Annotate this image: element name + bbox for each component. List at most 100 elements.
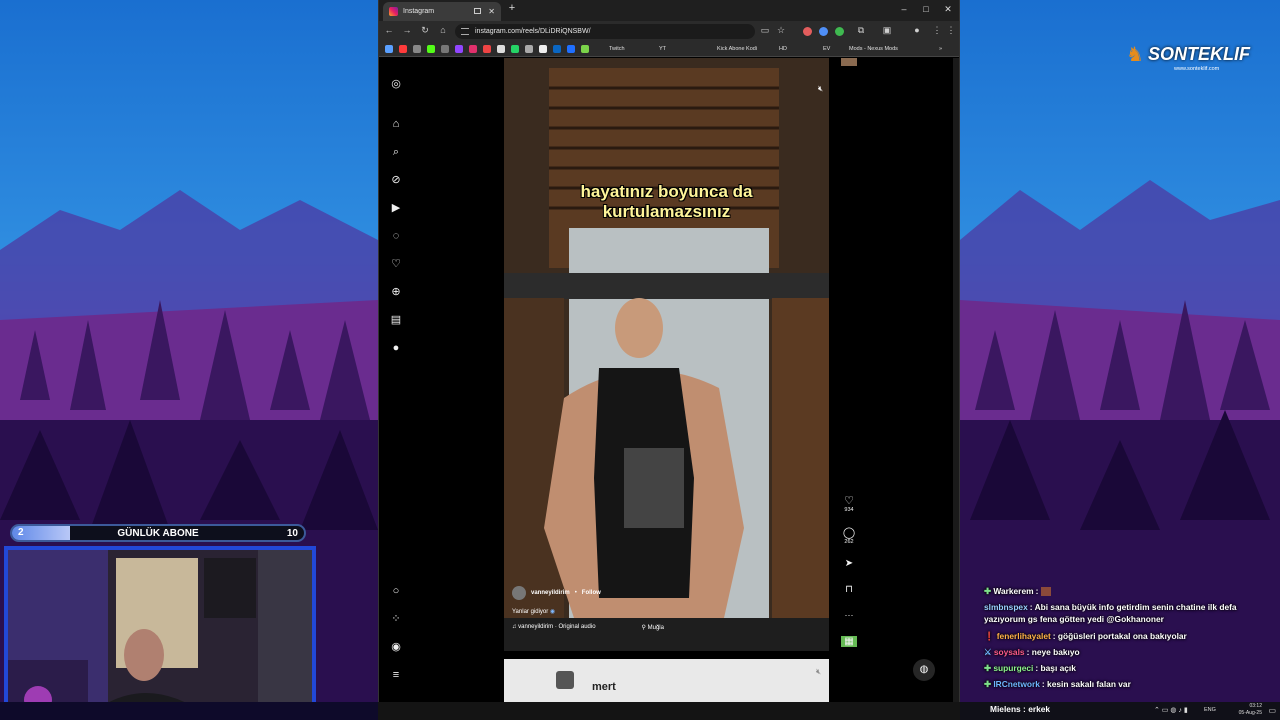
home-icon[interactable]: ⌂ xyxy=(437,25,449,35)
next-reel-mute-icon[interactable]: 🔇︎ xyxy=(816,667,821,677)
like-button[interactable]: ♡ 934 xyxy=(841,494,857,513)
clock[interactable]: 03:12 05-Aug-25 xyxy=(1239,703,1262,717)
more-bookmarks-icon[interactable]: » xyxy=(939,44,942,55)
chat-text: erkek xyxy=(1028,704,1051,714)
kick-icon[interactable] xyxy=(427,45,435,53)
location-info[interactable]: ⚲ Muğla xyxy=(642,624,664,631)
reel-description-text: Yanlar gidiyor xyxy=(512,609,549,615)
messenger-icon[interactable]: ◌ xyxy=(389,229,403,243)
linkedin-icon[interactable] xyxy=(553,45,561,53)
next-reel-preview[interactable]: mert 🔇︎ xyxy=(504,659,829,702)
audio-thumbnail[interactable]: ▦ xyxy=(841,636,857,647)
stream-chat-overlay: ✚ Warkerem: slmbnspex: Abi sana büyük in… xyxy=(984,585,1274,703)
install-icon[interactable]: ▭ xyxy=(759,25,771,36)
threads-icon[interactable]: ○ xyxy=(389,584,403,598)
close-tab-icon[interactable]: ✕ xyxy=(488,2,495,21)
url-text: instagram.com/reels/DLiDRiQNSBW/ xyxy=(475,28,591,35)
page-scrollbar[interactable] xyxy=(953,58,959,702)
minimize-icon[interactable]: – xyxy=(897,4,911,14)
notifications-heart-icon[interactable]: ♡ xyxy=(389,257,403,271)
bookmark-favicon-icon[interactable] xyxy=(441,45,449,53)
bookmark-yt[interactable]: YT xyxy=(659,44,666,55)
youtube-icon[interactable] xyxy=(399,45,407,53)
twitch-icon[interactable] xyxy=(455,45,463,53)
bookmark-favicon-icon[interactable] xyxy=(525,45,533,53)
reels-icon[interactable]: ▶ xyxy=(389,201,403,215)
close-window-icon[interactable]: ✕ xyxy=(941,4,955,15)
extension-icon[interactable] xyxy=(803,27,812,36)
chat-username: supurgeci xyxy=(993,663,1034,674)
chat-username: soysals xyxy=(993,646,1025,657)
notification-icon[interactable]: ▭ xyxy=(1268,706,1276,715)
extension-icon[interactable] xyxy=(835,27,844,36)
profile-avatar[interactable]: ● xyxy=(389,341,403,355)
home-icon[interactable]: ⌂ xyxy=(389,117,403,131)
also-from-meta-icon[interactable]: ⁘ xyxy=(389,612,403,626)
search-icon[interactable]: ⌕ xyxy=(389,145,403,159)
reel-frame-image xyxy=(504,58,829,651)
comment-button[interactable]: ◯ 262 xyxy=(841,526,857,545)
messages-float-button[interactable]: ◍ xyxy=(913,659,935,681)
bookmark-favicon-icon[interactable] xyxy=(483,45,491,53)
comment-count: 262 xyxy=(844,539,854,545)
caption-line-1: hayatınız boyunca da xyxy=(580,182,753,201)
reel-description: Yanlar gidiyor ◉ xyxy=(512,608,664,615)
badge-icon: ✚ xyxy=(984,663,992,674)
sword-badge-icon: ⚔ xyxy=(984,646,992,657)
language-indicator[interactable]: ENG xyxy=(1204,707,1216,713)
more-icon[interactable]: ⋮ xyxy=(945,25,957,36)
extension-icon[interactable] xyxy=(819,27,828,36)
instagram-logo-icon[interactable]: ◎ xyxy=(389,77,403,91)
audio-info[interactable]: ♫ vanneyildirim · Original audio xyxy=(512,624,596,631)
bookmark-favicon-icon[interactable] xyxy=(539,45,547,53)
tab-instagram[interactable]: Instagram ✕ xyxy=(383,2,501,21)
chat-message: Mielens : erkek xyxy=(990,704,1051,714)
hamburger-menu-icon[interactable]: ⋮ xyxy=(931,25,943,36)
threads-notification-icon[interactable]: ◉ xyxy=(389,640,403,654)
bookmark-favicon-icon[interactable] xyxy=(567,45,575,53)
bookmark-kick-abone-kodi[interactable]: Kick Abone Kodi xyxy=(717,44,757,55)
back-icon[interactable]: ← xyxy=(383,25,395,35)
verified-icon: ◉ xyxy=(549,609,556,615)
tray-icons[interactable]: ⌃ ▭ ◍ ♪ ▮ xyxy=(1154,706,1188,714)
cast-icon[interactable] xyxy=(474,8,481,14)
extensions-puzzle-icon[interactable]: ⧉ xyxy=(855,25,867,36)
sidepanel-icon[interactable]: ▣ xyxy=(881,25,893,36)
save-bookmark-icon[interactable]: ⊓ xyxy=(841,584,857,595)
url-input[interactable]: instagram.com/reels/DLiDRiQNSBW/ xyxy=(455,24,755,39)
tab-bar: Instagram ✕ + – □ ✕ xyxy=(379,0,959,21)
more-options-icon[interactable]: ··· xyxy=(841,610,857,620)
more-menu-icon[interactable]: ≡ xyxy=(389,668,403,682)
bookmark-ev[interactable]: EV xyxy=(823,44,830,55)
dashboard-icon[interactable]: ▤ xyxy=(389,313,403,327)
mute-icon[interactable]: 🔇︎ xyxy=(818,84,823,94)
reel-video[interactable]: hayatınız boyunca da kurtulamazsınız 🔇︎ … xyxy=(504,58,829,651)
follow-button[interactable]: Follow xyxy=(582,590,601,596)
profile-icon[interactable]: ● xyxy=(911,25,923,35)
share-icon[interactable]: ➤ xyxy=(841,558,857,569)
new-tab-button[interactable]: + xyxy=(505,2,519,14)
caption-line-2: kurtulamazsınız xyxy=(602,202,731,221)
reel-info: vanneyildirim • Follow Yanlar gidiyor ◉ … xyxy=(512,586,664,631)
forward-icon[interactable]: → xyxy=(401,25,413,35)
author-avatar[interactable] xyxy=(512,586,526,600)
author-username[interactable]: vanneyildirim xyxy=(531,590,570,596)
reload-icon[interactable]: ↻ xyxy=(419,25,431,36)
bookmark-twitch[interactable]: Twitch xyxy=(609,44,625,55)
bookmark-star-icon[interactable]: ☆ xyxy=(775,25,787,36)
x-icon[interactable] xyxy=(497,45,505,53)
bookmark-hd[interactable]: HD xyxy=(779,44,787,55)
bookmark-nexus-mods[interactable]: Mods - Nexus Mods xyxy=(849,44,898,55)
reel-caption-overlay: hayatınız boyunca da kurtulamazsınız xyxy=(504,182,829,222)
instagram-icon[interactable] xyxy=(469,45,477,53)
maximize-icon[interactable]: □ xyxy=(919,4,933,14)
bookmark-favicon-icon[interactable] xyxy=(581,45,589,53)
site-info-icon[interactable] xyxy=(461,28,469,35)
create-icon[interactable]: ⊕ xyxy=(389,285,403,299)
bookmark-favicon-icon[interactable] xyxy=(385,45,393,53)
prev-audio-thumbnail[interactable] xyxy=(841,58,857,66)
address-toolbar: ← → ↻ ⌂ instagram.com/reels/DLiDRiQNSBW/… xyxy=(379,21,959,42)
explore-icon[interactable]: ⊘ xyxy=(389,173,403,187)
bookmark-favicon-icon[interactable] xyxy=(413,45,421,53)
whatsapp-icon[interactable] xyxy=(511,45,519,53)
